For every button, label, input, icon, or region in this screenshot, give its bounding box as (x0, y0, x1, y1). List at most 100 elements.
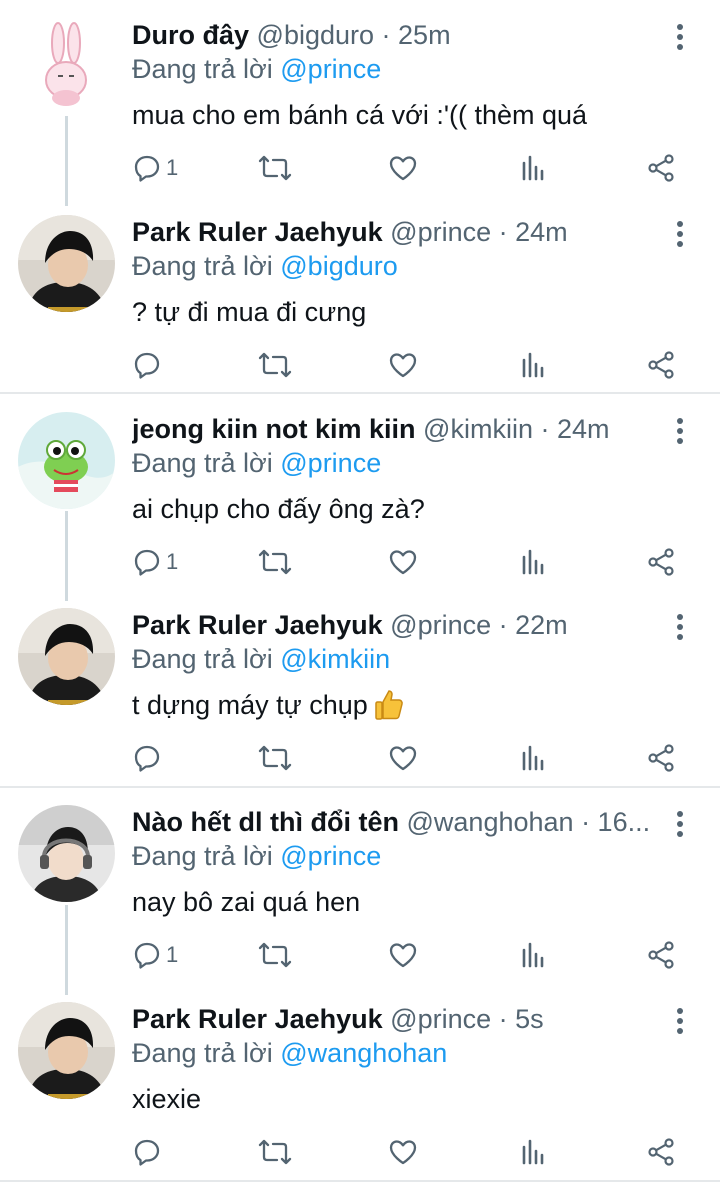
reply-icon (132, 1137, 162, 1167)
timestamp[interactable]: · 16... (581, 807, 650, 837)
like-button[interactable] (388, 1134, 418, 1170)
tweet-actions (132, 347, 692, 383)
reply-button[interactable] (132, 1134, 166, 1170)
heart-icon (388, 350, 418, 380)
replying-to: Đang trả lời @kimkiin (132, 642, 390, 676)
more-icon[interactable] (668, 22, 692, 52)
heart-icon (388, 940, 418, 970)
tweet[interactable]: Park Ruler Jaehyuk @prince · 22m Đang tr… (0, 608, 720, 778)
more-icon[interactable] (668, 809, 692, 839)
tweet[interactable]: Park Ruler Jaehyuk @prince · 5s Đang trả… (0, 1002, 720, 1172)
tweet[interactable]: jeong kiin not kim kiin @kimkiin · 24m Đ… (0, 412, 720, 582)
share-icon (646, 153, 676, 183)
tweet[interactable]: Nào hết dl thì đổi tên @wanghohan · 16..… (0, 805, 720, 975)
display-name[interactable]: Park Ruler Jaehyuk (132, 610, 383, 640)
mention-link[interactable]: @prince (280, 841, 381, 871)
retweet-button[interactable] (258, 937, 292, 973)
like-button[interactable] (388, 347, 418, 383)
display-name[interactable]: jeong kiin not kim kiin (132, 414, 416, 444)
replying-to: Đang trả lời @bigduro (132, 249, 398, 283)
tweet-actions: 1 (132, 544, 692, 580)
views-button[interactable] (520, 740, 546, 776)
replying-to-label: Đang trả lời (132, 54, 281, 84)
heart-icon (388, 547, 418, 577)
avatar-bunny[interactable] (18, 18, 115, 115)
timestamp[interactable]: · 25m (382, 20, 451, 50)
mention-link[interactable]: @kimkiin (280, 644, 390, 674)
share-button[interactable] (646, 150, 676, 186)
more-icon[interactable] (668, 612, 692, 642)
handle[interactable]: @prince (390, 1004, 491, 1034)
retweet-button[interactable] (258, 347, 292, 383)
reply-button[interactable]: 1 (132, 150, 178, 186)
views-button[interactable] (520, 150, 546, 186)
handle[interactable]: @wanghohan (407, 807, 574, 837)
mention-link[interactable]: @bigduro (280, 251, 397, 281)
reply-button[interactable] (132, 347, 166, 383)
avatar-photo[interactable] (18, 608, 115, 705)
share-button[interactable] (646, 347, 676, 383)
avatar-photo[interactable] (18, 215, 115, 312)
reply-button[interactable]: 1 (132, 544, 178, 580)
share-button[interactable] (646, 740, 676, 776)
avatar-frog[interactable] (18, 412, 115, 509)
retweet-button[interactable] (258, 150, 292, 186)
views-button[interactable] (520, 544, 546, 580)
handle[interactable]: @bigduro (257, 20, 374, 50)
views-button[interactable] (520, 937, 546, 973)
share-icon (646, 1137, 676, 1167)
display-name[interactable]: Duro đây (132, 20, 249, 50)
display-name[interactable]: Park Ruler Jaehyuk (132, 217, 383, 247)
share-icon (646, 743, 676, 773)
timestamp[interactable]: · 5s (499, 1004, 544, 1034)
retweet-button[interactable] (258, 544, 292, 580)
reply-button[interactable]: 1 (132, 937, 178, 973)
heart-icon (388, 1137, 418, 1167)
handle[interactable]: @prince (390, 217, 491, 247)
timestamp[interactable]: · 22m (499, 610, 568, 640)
replying-to-label: Đang trả lời (132, 644, 281, 674)
tweet-header: Nào hết dl thì đổi tên @wanghohan · 16..… (132, 805, 652, 839)
avatar-photo[interactable] (18, 1002, 115, 1099)
timestamp[interactable]: · 24m (540, 414, 609, 444)
display-name[interactable]: Nào hết dl thì đổi tên (132, 807, 399, 837)
like-button[interactable] (388, 937, 418, 973)
thumbs-up-emoji (374, 688, 404, 728)
analytics-icon (520, 547, 546, 577)
views-button[interactable] (520, 347, 546, 383)
replying-to-label: Đang trả lời (132, 841, 281, 871)
tweet-text: xiexie (132, 1084, 202, 1114)
separator (0, 392, 720, 394)
share-button[interactable] (646, 1134, 676, 1170)
mention-link[interactable]: @wanghohan (280, 1038, 447, 1068)
timestamp[interactable]: · 24m (499, 217, 568, 247)
share-button[interactable] (646, 544, 676, 580)
mention-link[interactable]: @prince (280, 54, 381, 84)
handle[interactable]: @prince (390, 610, 491, 640)
handle[interactable]: @kimkiin (423, 414, 533, 444)
like-button[interactable] (388, 544, 418, 580)
display-name[interactable]: Park Ruler Jaehyuk (132, 1004, 383, 1034)
tweet-header: Park Ruler Jaehyuk @prince · 24m (132, 215, 652, 249)
more-icon[interactable] (668, 219, 692, 249)
more-icon[interactable] (668, 416, 692, 446)
tweet-header: Duro đây @bigduro · 25m (132, 18, 652, 52)
replying-to: Đang trả lời @prince (132, 446, 381, 480)
avatar-headset[interactable] (18, 805, 115, 902)
retweet-icon (258, 547, 292, 577)
analytics-icon (520, 743, 546, 773)
tweet[interactable]: Duro đây @bigduro · 25m Đang trả lời @pr… (0, 18, 720, 188)
tweet-text: ai chụp cho đấy ông zà? (132, 494, 425, 524)
replying-to: Đang trả lời @prince (132, 52, 381, 86)
like-button[interactable] (388, 150, 418, 186)
reply-button[interactable] (132, 740, 166, 776)
tweet[interactable]: Park Ruler Jaehyuk @prince · 24m Đang tr… (0, 215, 720, 385)
mention-link[interactable]: @prince (280, 448, 381, 478)
retweet-button[interactable] (258, 740, 292, 776)
more-icon[interactable] (668, 1006, 692, 1036)
share-button[interactable] (646, 937, 676, 973)
views-button[interactable] (520, 1134, 546, 1170)
retweet-button[interactable] (258, 1134, 292, 1170)
like-button[interactable] (388, 740, 418, 776)
replying-to: Đang trả lời @wanghohan (132, 1036, 447, 1070)
